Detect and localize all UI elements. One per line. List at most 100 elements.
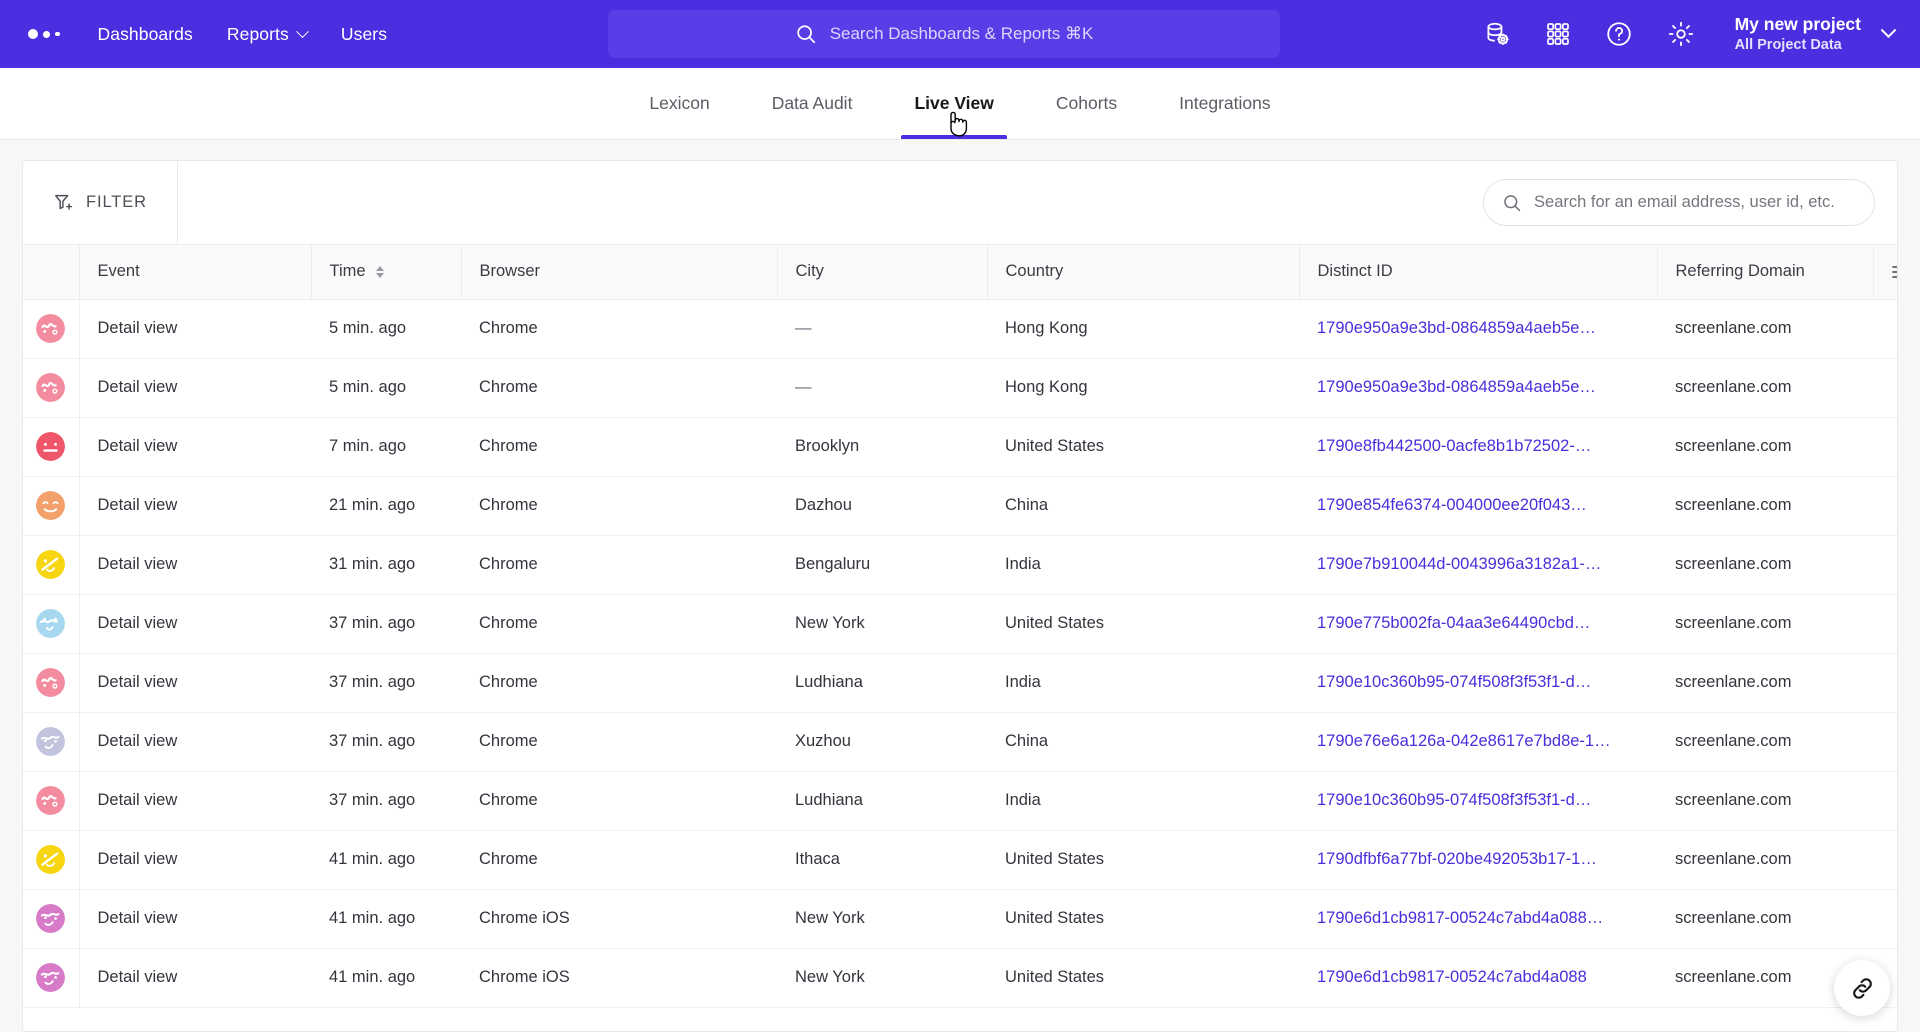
user-avatar-icon <box>36 963 66 992</box>
tab-data-audit[interactable]: Data Audit <box>741 68 884 139</box>
table-row[interactable]: Detail view 7 min. ago Chrome Brooklyn U… <box>23 417 1897 477</box>
cell-distinct-id[interactable]: 1790dfbf6a77bf-020be492053b17-1… <box>1299 830 1657 890</box>
chevron-down-icon <box>1880 21 1897 38</box>
th-distinct-id-label: Distinct ID <box>1317 262 1393 281</box>
cell-time: 5 min. ago <box>311 299 461 359</box>
cell-distinct-id[interactable]: 1790e7b910044d-0043996a3182a1-… <box>1299 535 1657 595</box>
cell-row-actions <box>1873 476 1897 536</box>
cell-distinct-id[interactable]: 1790e775b002fa-04aa3e64490cbd… <box>1299 594 1657 654</box>
cell-time: 37 min. ago <box>311 771 461 831</box>
nav-item-dashboards[interactable]: Dashboards <box>98 24 193 45</box>
th-column-settings[interactable] <box>1873 245 1897 300</box>
cell-country: United States <box>987 830 1299 890</box>
cell-country: India <box>987 653 1299 713</box>
th-distinct-id[interactable]: Distinct ID <box>1299 245 1658 300</box>
cell-event: Detail view <box>79 771 311 831</box>
cell-browser: Chrome <box>461 771 777 831</box>
cell-city: New York <box>777 948 987 1008</box>
cell-country: United States <box>987 889 1299 949</box>
table-row[interactable]: Detail view 37 min. ago Chrome Xuzhou Ch… <box>23 712 1897 772</box>
user-avatar-icon <box>36 904 66 933</box>
cell-distinct-id[interactable]: 1790e6d1cb9817-00524c7abd4a088 <box>1299 948 1657 1008</box>
cell-time: 7 min. ago <box>311 417 461 477</box>
table-row[interactable]: Detail view 21 min. ago Chrome Dazhou Ch… <box>23 476 1897 536</box>
logo-dot-large <box>28 29 38 39</box>
cell-event: Detail view <box>79 476 311 536</box>
nav-item-users[interactable]: Users <box>341 24 387 45</box>
events-table: Event Time Browser City Country Distinct… <box>23 245 1897 1008</box>
project-name: My new project <box>1734 13 1861 34</box>
column-settings-icon <box>1892 265 1897 278</box>
tab-live-view-label: Live View <box>914 93 994 113</box>
table-row[interactable]: Detail view 5 min. ago Chrome — Hong Kon… <box>23 358 1897 418</box>
cell-distinct-id[interactable]: 1790e76e6a126a-042e8617e7bd8e-1… <box>1299 712 1657 772</box>
table-row[interactable]: Detail view 37 min. ago Chrome Ludhiana … <box>23 653 1897 713</box>
user-avatar-icon <box>36 845 66 874</box>
events-table-header: Event Time Browser City Country Distinct… <box>23 245 1897 300</box>
tab-cohorts[interactable]: Cohorts <box>1025 68 1148 139</box>
th-event[interactable]: Event <box>79 245 312 300</box>
cell-browser: Chrome iOS <box>461 889 777 949</box>
tab-live-view[interactable]: Live View <box>883 68 1024 139</box>
table-row[interactable]: Detail view 31 min. ago Chrome Bengaluru… <box>23 535 1897 595</box>
row-avatar-cell <box>23 535 80 595</box>
th-browser[interactable]: Browser <box>461 245 778 300</box>
row-avatar-cell <box>23 830 80 890</box>
cell-distinct-id[interactable]: 1790e950a9e3bd-0864859a4aeb5e… <box>1299 299 1657 359</box>
cell-distinct-id[interactable]: 1790e6d1cb9817-00524c7abd4a088… <box>1299 889 1657 949</box>
user-search-input[interactable] <box>1534 193 1856 212</box>
cell-country: United States <box>987 417 1299 477</box>
row-avatar-cell <box>23 653 80 713</box>
project-selector[interactable]: My new project All Project Data <box>1735 14 1898 55</box>
help-circle-icon[interactable] <box>1605 20 1633 48</box>
th-city[interactable]: City <box>777 245 988 300</box>
table-row[interactable]: Detail view 37 min. ago Chrome New York … <box>23 594 1897 654</box>
th-time[interactable]: Time <box>311 245 462 300</box>
th-browser-label: Browser <box>479 262 541 281</box>
th-country[interactable]: Country <box>987 245 1300 300</box>
logo-dot-small <box>55 31 60 37</box>
primary-nav-links: Dashboards Reports Users <box>98 24 388 45</box>
cell-referring-domain: screenlane.com <box>1657 712 1873 772</box>
table-row[interactable]: Detail view 41 min. ago Chrome iOS New Y… <box>23 889 1897 949</box>
user-avatar-icon <box>36 491 66 520</box>
row-avatar-cell <box>23 889 80 949</box>
nav-item-reports[interactable]: Reports <box>227 24 309 45</box>
top-navigation-bar: Dashboards Reports Users Search Dashboar… <box>0 0 1920 68</box>
table-row[interactable]: Detail view 41 min. ago Chrome Ithaca Un… <box>23 830 1897 890</box>
events-table-container[interactable]: Event Time Browser City Country Distinct… <box>23 245 1897 1031</box>
cell-time: 31 min. ago <box>311 535 461 595</box>
tab-lexicon[interactable]: Lexicon <box>618 68 740 139</box>
cell-distinct-id[interactable]: 1790e10c360b95-074f508f3f53f1-d… <box>1299 653 1657 713</box>
live-view-page: FILTER Search for an email address, user… <box>0 140 1920 1032</box>
table-row[interactable]: Detail view 41 min. ago Chrome iOS New Y… <box>23 948 1897 1008</box>
grid-apps-icon[interactable] <box>1545 21 1571 47</box>
tab-integrations[interactable]: Integrations <box>1148 68 1301 139</box>
user-avatar-icon <box>36 550 66 579</box>
cell-distinct-id[interactable]: 1790e950a9e3bd-0864859a4aeb5e… <box>1299 358 1657 418</box>
cell-distinct-id[interactable]: 1790e8fb442500-0acfe8b1b72502-… <box>1299 417 1657 477</box>
user-search-box[interactable] <box>1483 179 1875 226</box>
cell-browser: Chrome <box>461 476 777 536</box>
th-time-label: Time <box>329 262 366 281</box>
copy-link-button[interactable] <box>1834 960 1890 1016</box>
cell-distinct-id[interactable]: 1790e854fe6374-004000ee20f043… <box>1299 476 1657 536</box>
cell-time: 37 min. ago <box>311 594 461 654</box>
table-row[interactable]: Detail view 5 min. ago Chrome — Hong Kon… <box>23 299 1897 359</box>
section-tabs: Lexicon Data Audit Live View Cohorts Int… <box>0 68 1920 140</box>
table-row[interactable]: Detail view 37 min. ago Chrome Ludhiana … <box>23 771 1897 831</box>
cell-city: Ludhiana <box>777 653 987 713</box>
cell-time: 37 min. ago <box>311 712 461 772</box>
th-referring-domain[interactable]: Referring Domain <box>1657 245 1874 300</box>
gear-icon[interactable] <box>1667 20 1695 48</box>
mixpanel-logo[interactable] <box>24 29 60 39</box>
cell-event: Detail view <box>79 535 311 595</box>
filter-button[interactable]: FILTER <box>23 161 178 244</box>
filter-button-label: FILTER <box>85 193 147 211</box>
cell-event: Detail view <box>79 358 311 418</box>
sort-arrows-icon[interactable] <box>375 265 384 278</box>
events-table-body: Detail view 5 min. ago Chrome — Hong Kon… <box>23 299 1897 1008</box>
global-search-bar[interactable]: Search Dashboards & Reports ⌘K <box>608 10 1280 58</box>
database-gear-icon[interactable] <box>1484 21 1511 48</box>
cell-distinct-id[interactable]: 1790e10c360b95-074f508f3f53f1-d… <box>1299 771 1657 831</box>
